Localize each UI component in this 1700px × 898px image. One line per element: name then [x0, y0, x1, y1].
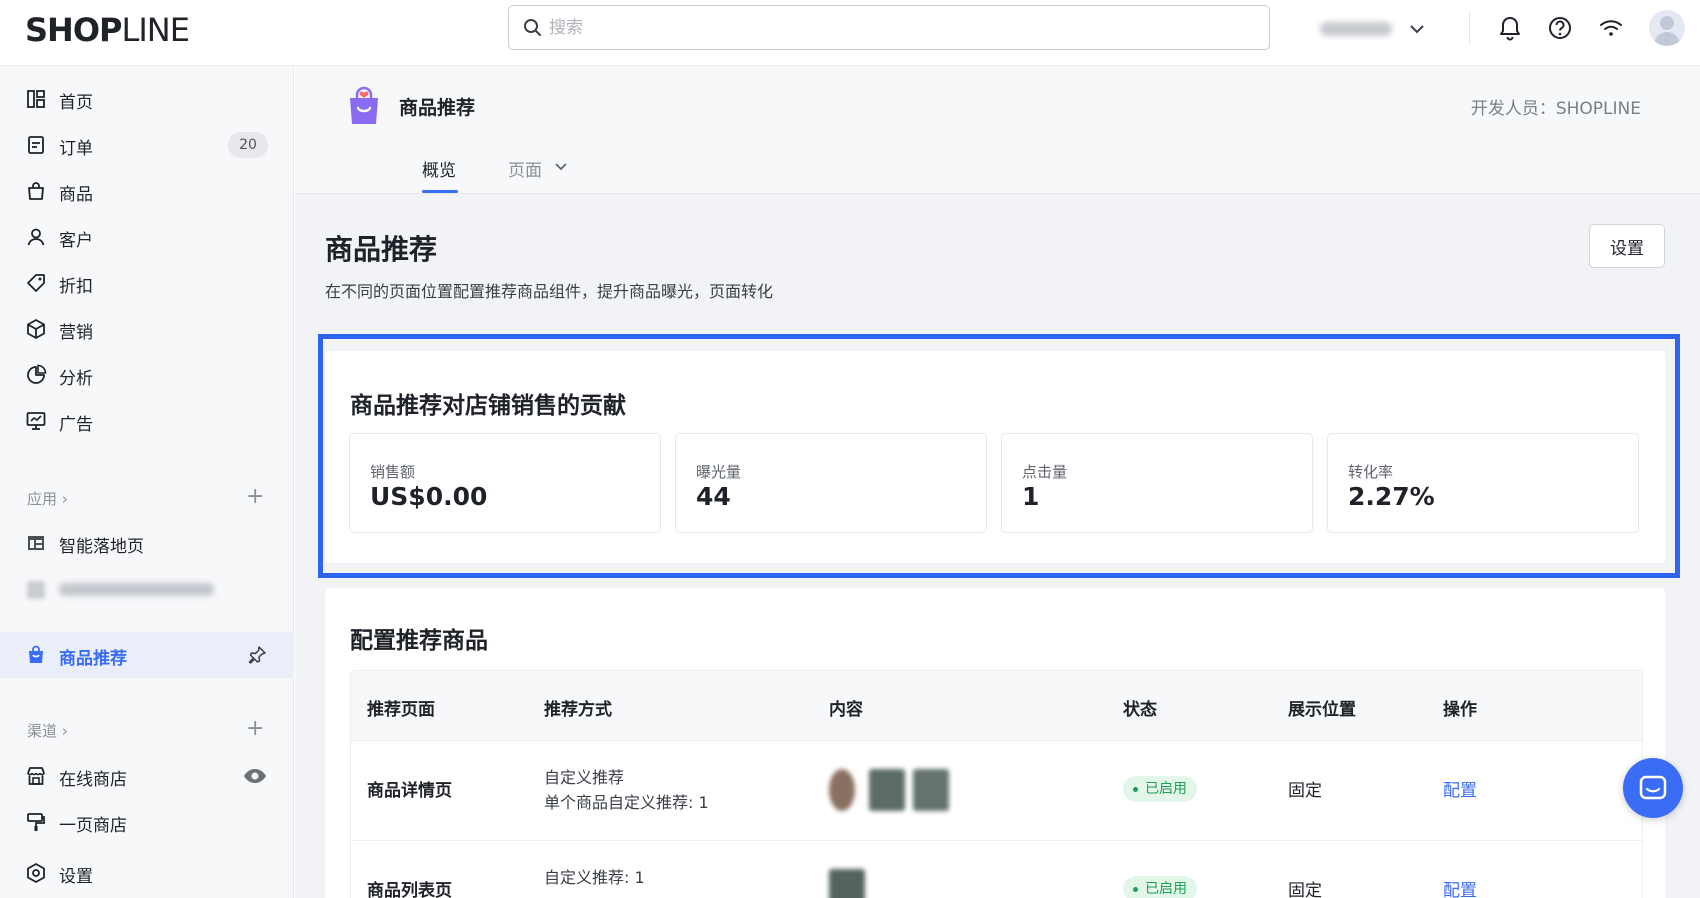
add-app-button[interactable]: +: [246, 486, 264, 508]
sidebar: 首页 订单 20 商品 客户 折扣 营销 分析 广告 应用 › + 智能落地页 …: [0, 66, 294, 898]
column-header: 操作: [1443, 700, 1477, 720]
configure-link[interactable]: 配置: [1443, 776, 1477, 801]
tag-icon: [27, 274, 45, 292]
page-title: 商品推荐: [325, 233, 438, 266]
page-description: 在不同的页面位置配置推荐商品组件，提升商品曝光，页面转化: [325, 282, 774, 301]
row-page: 商品详情页: [367, 781, 452, 801]
sidebar-item-label: 分析: [59, 369, 93, 389]
user-icon: [27, 228, 45, 246]
home-icon: [27, 90, 45, 108]
highlight-frame: [318, 334, 1680, 578]
sidebar-item-label: 营销: [59, 323, 93, 343]
app-header: 商品推荐 开发人员：SHOPLINE 概览 页面: [295, 66, 1700, 194]
chat-icon: [1639, 775, 1667, 800]
eye-icon[interactable]: [243, 766, 267, 786]
settings-icon: [27, 863, 45, 883]
add-channel-button[interactable]: +: [246, 718, 264, 740]
sidebar-item-label: 智能落地页: [59, 537, 144, 557]
chevron-down-icon: [1410, 25, 1424, 34]
row-position: 固定: [1288, 781, 1322, 801]
sidebar-item-label: 订单: [59, 139, 93, 159]
sidebar-item-product-recommendation[interactable]: 商品推荐: [0, 632, 294, 678]
chevron-down-icon: [555, 163, 567, 171]
sidebar-item-analytics[interactable]: 分析: [0, 352, 294, 398]
sidebar-item-marketing[interactable]: 营销: [0, 306, 294, 352]
sidebar-item-discounts[interactable]: 折扣: [0, 260, 294, 306]
store-name-blurred: [1320, 22, 1392, 36]
sidebar-item-customers[interactable]: 客户: [0, 214, 294, 260]
order-icon: [28, 136, 44, 154]
column-header: 内容: [829, 700, 863, 720]
channels-section-title[interactable]: 渠道 ›: [27, 720, 68, 741]
table-row: 商品详情页 自定义推荐 单个商品自定义推荐: 1 已启用 固定 配置: [351, 741, 1642, 841]
sidebar-item-label: 首页: [59, 93, 93, 113]
column-header: 状态: [1123, 700, 1157, 720]
store-switcher[interactable]: [1320, 14, 1430, 44]
sidebar-item-label: 设置: [59, 867, 93, 887]
layout-icon: [28, 536, 44, 550]
pie-chart-icon: [27, 364, 47, 384]
configure-link[interactable]: 配置: [1443, 876, 1477, 898]
bag-icon: [28, 182, 44, 200]
sidebar-item-label: 在线商店: [59, 770, 127, 790]
app-logo-icon: [350, 86, 378, 124]
tab-overview[interactable]: 概览: [422, 156, 456, 181]
row-page: 商品列表页: [367, 881, 452, 898]
sidebar-item-label: 客户: [59, 231, 93, 251]
wifi-icon[interactable]: [1597, 14, 1625, 42]
settings-button[interactable]: 设置: [1589, 224, 1665, 268]
sidebar-item-label: 商品: [59, 185, 93, 205]
divider: [1469, 12, 1470, 44]
store-icon: [27, 767, 45, 785]
avatar[interactable]: [1649, 10, 1685, 46]
sidebar-item-label: 广告: [59, 415, 93, 435]
sidebar-item-orders[interactable]: 订单 20: [0, 122, 294, 168]
search-box[interactable]: [508, 5, 1270, 50]
main-content: 商品推荐 开发人员：SHOPLINE 概览 页面 商品推荐 在不同的页面位置配置…: [295, 66, 1700, 898]
table-header: 推荐页面 推荐方式 内容 状态 展示位置 操作: [351, 671, 1642, 741]
recommendation-table: 推荐页面 推荐方式 内容 状态 展示位置 操作 商品详情页 自定义推荐 单个商品…: [350, 670, 1643, 898]
row-method: 自定义推荐: [544, 768, 625, 787]
active-tab-indicator: [422, 190, 458, 193]
shopline-logo[interactable]: SHOPLINE: [25, 11, 190, 49]
search-icon: [524, 19, 541, 36]
bell-icon[interactable]: [1496, 14, 1524, 42]
row-method-detail: 单个商品自定义推荐: 1: [544, 793, 709, 812]
sidebar-item-online-store[interactable]: 在线商店: [0, 753, 294, 799]
sidebar-item-ads[interactable]: 广告: [0, 398, 294, 444]
developer-info: 开发人员：SHOPLINE: [1470, 99, 1641, 119]
sidebar-item-label: 折扣: [59, 277, 93, 297]
status-badge: 已启用: [1123, 876, 1197, 898]
tab-pages[interactable]: 页面: [508, 156, 567, 181]
row-method: 自定义推荐: 1: [544, 868, 645, 887]
table-row: 商品列表页 自定义推荐: 1 已启用 固定 配置: [351, 841, 1642, 898]
status-badge: 已启用: [1123, 776, 1197, 802]
blurred-app-item[interactable]: [27, 578, 217, 600]
config-recommendation-card: 配置推荐商品 推荐页面 推荐方式 内容 状态 展示位置 操作 商品详情页 自定义…: [325, 588, 1665, 898]
column-header: 推荐方式: [544, 700, 612, 720]
sidebar-item-smart-landing[interactable]: 智能落地页: [0, 520, 294, 566]
sidebar-item-home[interactable]: 首页: [0, 76, 294, 122]
sidebar-item-label: 商品推荐: [59, 649, 127, 669]
sidebar-item-one-page-store[interactable]: 一页商店: [0, 799, 294, 845]
sidebar-item-label: 一页商店: [59, 816, 127, 836]
card-title: 配置推荐商品: [350, 628, 488, 654]
pin-icon[interactable]: [247, 645, 267, 665]
order-count-badge: 20: [228, 132, 268, 158]
help-icon[interactable]: [1546, 14, 1574, 42]
brush-icon: [27, 813, 45, 831]
search-input[interactable]: [549, 14, 1249, 42]
gift-bag-icon: [29, 645, 43, 663]
ad-icon: [26, 412, 46, 430]
chat-support-button[interactable]: [1623, 758, 1683, 818]
column-header: 展示位置: [1288, 700, 1356, 720]
sidebar-item-products[interactable]: 商品: [0, 168, 294, 214]
row-position: 固定: [1288, 881, 1322, 898]
cube-icon: [27, 319, 45, 339]
app-title: 商品推荐: [399, 97, 476, 119]
top-bar: SHOPLINE: [0, 0, 1700, 66]
sidebar-item-settings[interactable]: 设置: [0, 850, 294, 896]
column-header: 推荐页面: [367, 700, 435, 720]
apps-section-title[interactable]: 应用 ›: [27, 488, 68, 509]
